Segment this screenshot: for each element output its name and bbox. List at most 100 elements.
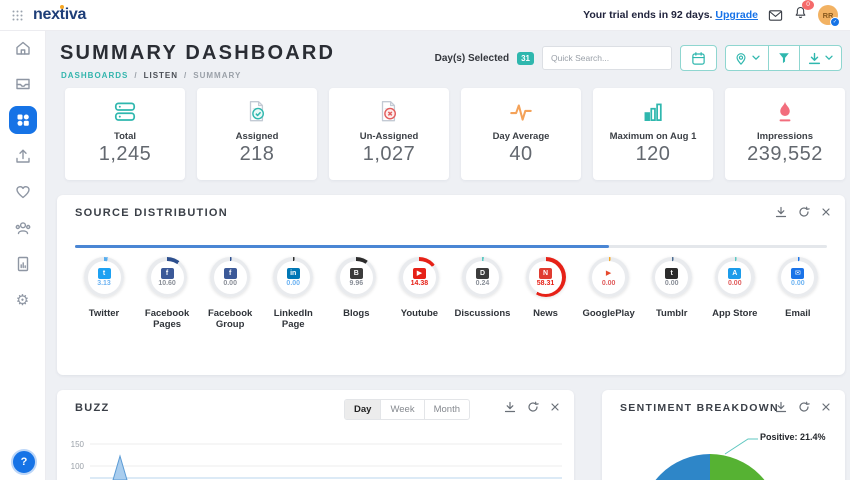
- search-input[interactable]: [542, 46, 672, 70]
- pie-annotation-line: [720, 434, 760, 456]
- page-title: SUMMARY DASHBOARD: [60, 42, 335, 65]
- breadcrumb-dashboards[interactable]: DASHBOARDS: [61, 71, 128, 80]
- upgrade-link[interactable]: Upgrade: [715, 9, 758, 21]
- source-item[interactable]: ▶0.00GooglePlay: [578, 257, 640, 330]
- source-item[interactable]: in0.00LinkedIn Page: [262, 257, 324, 330]
- export-dropdown-button[interactable]: [799, 46, 841, 70]
- buzz-panel: BUZZ Day Week Month 150 100: [57, 390, 574, 480]
- close-icon[interactable]: [550, 402, 560, 412]
- breadcrumb-listen[interactable]: LISTEN: [144, 71, 178, 80]
- source-item[interactable]: ✉0.00Email: [767, 257, 829, 330]
- download-icon[interactable]: [504, 401, 516, 413]
- googleplay-icon: ▶: [602, 268, 615, 279]
- logo-dot: [60, 5, 64, 9]
- source-item[interactable]: ▶14.38Youtube: [388, 257, 450, 330]
- sidebar-item-settings[interactable]: ⚙: [0, 282, 45, 318]
- top-bar: nextiva Your trial ends in 92 days. Upgr…: [0, 0, 850, 31]
- heart-icon: [14, 183, 32, 201]
- location-dropdown-button[interactable]: [726, 46, 768, 70]
- source-item[interactable]: A0.00App Store: [704, 257, 766, 330]
- source-label: Twitter: [89, 308, 119, 319]
- source-value: 9.96: [350, 280, 364, 287]
- source-label: Discussions: [454, 308, 510, 319]
- panel-title: SOURCE DISTRIBUTION: [75, 207, 228, 219]
- source-value: 0.00: [728, 280, 742, 287]
- download-icon[interactable]: [775, 206, 787, 218]
- close-icon[interactable]: [821, 402, 831, 412]
- source-label: GooglePlay: [582, 308, 634, 319]
- news-icon: N: [539, 268, 552, 279]
- sidebar-item-inbox[interactable]: [0, 66, 45, 102]
- chevron-down-icon: [825, 55, 833, 61]
- tab-day[interactable]: Day: [345, 400, 380, 419]
- app-launcher-icon[interactable]: [12, 10, 23, 21]
- stat-card-assigned: Assigned218: [197, 88, 317, 180]
- sidebar-item-reports[interactable]: [0, 246, 45, 282]
- source-value: 14.38: [411, 280, 429, 287]
- breadcrumb-separator: /: [134, 71, 137, 80]
- stat-card-maximum: Maximum on Aug 1120: [593, 88, 713, 180]
- source-item[interactable]: t3.13Twitter: [73, 257, 135, 330]
- close-icon[interactable]: [821, 207, 831, 217]
- discussions-icon: D: [476, 268, 489, 279]
- download-icon[interactable]: [775, 401, 787, 413]
- header-controls: Day(s) Selected 31: [435, 46, 842, 70]
- refresh-icon[interactable]: [798, 206, 810, 218]
- sidebar-item-home[interactable]: [0, 30, 45, 66]
- svg-text:100: 100: [71, 462, 85, 471]
- sources-scrollbar[interactable]: [75, 245, 827, 248]
- source-value: 58.31: [537, 280, 555, 287]
- tab-month[interactable]: Month: [424, 400, 469, 419]
- source-item[interactable]: f0.00Facebook Group: [199, 257, 261, 330]
- source-value: 10.60: [158, 280, 176, 287]
- sidebar-item-dashboards-active[interactable]: [9, 106, 37, 134]
- sidebar-item-upload[interactable]: [0, 138, 45, 174]
- total-icon: [111, 99, 139, 125]
- tab-week[interactable]: Week: [380, 400, 423, 419]
- sentiment-pie-chart: [640, 454, 780, 480]
- help-button[interactable]: ?: [11, 449, 37, 475]
- refresh-icon[interactable]: [527, 401, 539, 413]
- home-icon: [14, 39, 32, 57]
- flame-icon: [771, 99, 799, 125]
- source-value: 0.00: [286, 280, 300, 287]
- source-item[interactable]: t0.00Tumblr: [641, 257, 703, 330]
- nextiva-logo: nextiva: [33, 6, 86, 24]
- trial-message: Your trial ends in 92 days. Upgrade: [583, 9, 758, 21]
- facebook-group-icon: f: [224, 268, 237, 279]
- source-label: Blogs: [343, 308, 369, 319]
- source-value: 0.00: [223, 280, 237, 287]
- report-doc-icon: [14, 255, 32, 273]
- youtube-icon: ▶: [413, 268, 426, 279]
- refresh-icon[interactable]: [798, 401, 810, 413]
- source-item[interactable]: B9.96Blogs: [325, 257, 387, 330]
- notifications-bell[interactable]: 0: [793, 5, 808, 25]
- source-label: LinkedIn Page: [262, 308, 324, 330]
- sources-scrollbar-thumb[interactable]: [75, 245, 609, 248]
- source-value: 3.13: [97, 280, 111, 287]
- source-label: Facebook Pages: [136, 308, 198, 330]
- avatar[interactable]: RR ✓: [818, 5, 838, 25]
- facebook-pages-icon: f: [161, 268, 174, 279]
- stat-card-impressions: Impressions239,552: [725, 88, 845, 180]
- filter-button[interactable]: [768, 46, 799, 70]
- breadcrumb-summary: SUMMARY: [193, 71, 241, 80]
- source-item[interactable]: N58.31News: [515, 257, 577, 330]
- breadcrumb: DASHBOARDS / LISTEN / SUMMARY: [61, 71, 241, 80]
- sidebar-item-wellness[interactable]: [0, 174, 45, 210]
- tumblr-icon: t: [665, 268, 678, 279]
- source-item[interactable]: f10.60 Facebook Pages: [136, 257, 198, 330]
- main-content: SUMMARY DASHBOARD DASHBOARDS / LISTEN / …: [45, 30, 850, 480]
- days-selected-badge: 31: [517, 52, 534, 65]
- panel-title: BUZZ: [75, 402, 110, 414]
- sidebar-item-team[interactable]: [0, 210, 45, 246]
- envelope-icon[interactable]: [768, 9, 783, 22]
- calendar-button[interactable]: [680, 45, 717, 71]
- breadcrumb-separator: /: [184, 71, 187, 80]
- stat-card-day-average: Day Average40: [461, 88, 581, 180]
- source-gauges: t3.13Twitterf10.60Facebook Pagesf0.00Fac…: [73, 257, 829, 330]
- source-item[interactable]: D0.24Discussions: [451, 257, 513, 330]
- notification-badge: 0: [802, 0, 814, 10]
- email-icon: ✉: [791, 268, 804, 279]
- sidebar-nav: ⚙ ?: [0, 30, 46, 480]
